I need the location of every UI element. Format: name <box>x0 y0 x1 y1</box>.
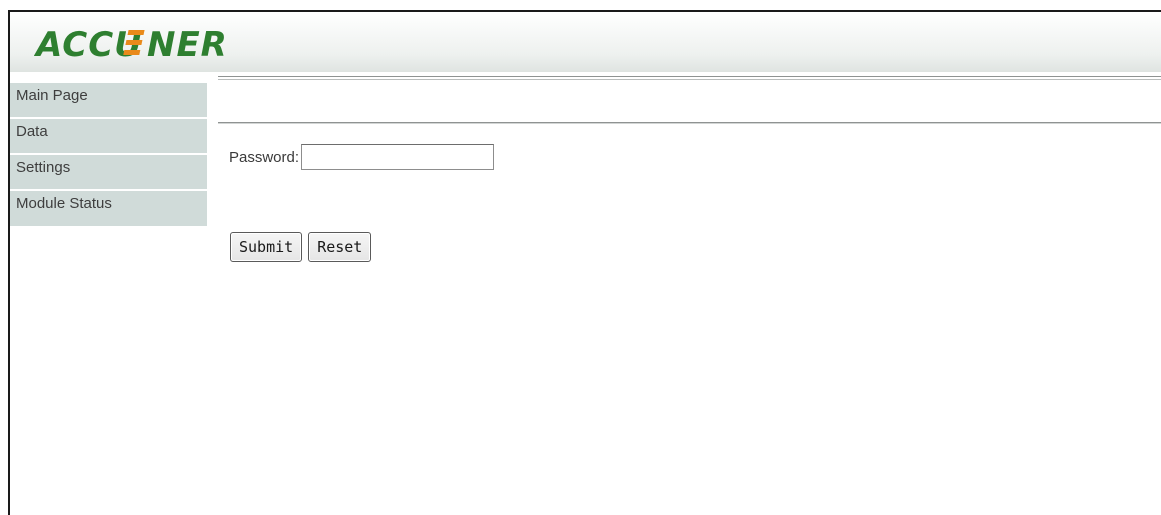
form-buttons: Submit Reset <box>230 232 372 262</box>
sidebar-item-data[interactable]: Data <box>10 119 207 153</box>
password-label: Password: <box>229 148 300 166</box>
sidebar-item-main-page[interactable]: Main Page <box>10 83 207 117</box>
form-divider <box>218 122 1161 124</box>
password-input[interactable] <box>301 144 495 170</box>
reset-button[interactable]: Reset <box>308 232 372 262</box>
page-frame: ACCU NERGY Main Page Data Settings Modul… <box>8 10 1161 515</box>
top-divider <box>218 76 1161 80</box>
submit-button[interactable]: Submit <box>230 232 303 262</box>
svg-text:NERGY: NERGY <box>147 25 224 64</box>
header-bar: ACCU NERGY <box>10 12 1161 72</box>
brand-logo: ACCU NERGY <box>34 20 224 64</box>
accuenergy-logo: ACCU NERGY <box>34 25 224 64</box>
sidebar-item-settings[interactable]: Settings <box>10 155 207 189</box>
sidebar-nav: Main Page Data Settings Module Status <box>10 83 207 228</box>
sidebar-item-module-status[interactable]: Module Status <box>10 191 207 226</box>
password-row: Password: <box>229 144 495 170</box>
